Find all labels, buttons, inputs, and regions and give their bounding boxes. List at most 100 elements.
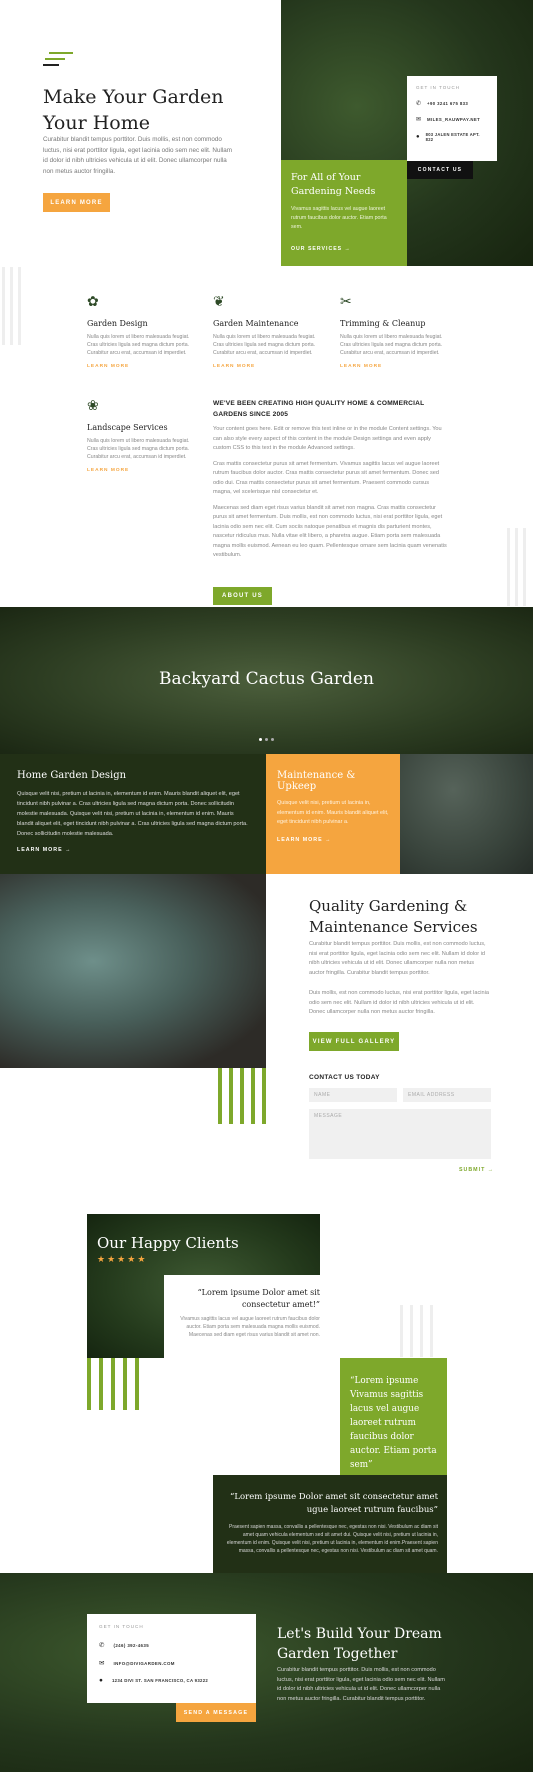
footer-card-title: GET IN TOUCH [99, 1624, 144, 1629]
service-learn-more-link[interactable]: LEARN MORE [340, 364, 450, 369]
footer-card-address: 1234 DIVI ST. SAN FRANCISCO, CA 93222 [111, 1678, 209, 1683]
green-bars-decor [218, 1068, 268, 1124]
maintenance-panel: Maintenance & Upkeep Quisque velit nisi,… [266, 754, 400, 874]
service-landscape: ❀ Landscape Services Nulla quis lorem ut… [87, 397, 197, 473]
hero-title: Make Your Garden Your Home [43, 86, 224, 134]
home-design-panel: Home Garden Design Quisque velit nisi, p… [0, 754, 266, 874]
touch-card-phone: +90 3241 675 833 [427, 101, 469, 106]
send-message-button[interactable]: SEND A MESSAGE [176, 1703, 256, 1722]
about-section: WE'VE BEEN CREATING HIGH QUALITY HOME & … [213, 398, 448, 561]
service-title: Landscape Services [87, 423, 168, 432]
quality-title: Quality Gardening & Maintenance Services [309, 897, 478, 936]
footer-touch-card: GET IN TOUCH ✆ (246) 392-4635 ✉ INFO@DIV… [87, 1614, 256, 1703]
slider-dot-active[interactable] [259, 738, 262, 741]
build-text: Curabitur blandit tempus porttitor. Duis… [277, 1667, 445, 1702]
phone-icon: ✆ [416, 101, 422, 107]
our-services-link[interactable]: OUR SERVICES → [291, 246, 397, 252]
touch-card: GET IN TOUCH ✆ +90 3241 675 833 ✉ MILES_… [407, 76, 497, 161]
about-heading: WE'VE BEEN CREATING HIGH QUALITY HOME & … [213, 400, 425, 418]
star-icon: ★ [107, 1254, 116, 1264]
contact-form-title: CONTACT US TODAY [309, 1074, 380, 1081]
slider-dots[interactable] [259, 738, 274, 741]
service-garden-design: ✿ Garden Design Nulla quis lorem ut libe… [87, 293, 197, 369]
email-icon: ✉ [416, 117, 422, 123]
garden-design-icon: ✿ [87, 293, 99, 309]
quality-paragraph-2: Duis mollis, est non commodo luctus, nis… [309, 990, 490, 1015]
quote-2-text: “Lorem ipsume Vivamus sagittis lacus vel… [350, 1376, 437, 1470]
about-us-button[interactable]: ABOUT US [213, 587, 272, 605]
phone-icon: ✆ [99, 1642, 105, 1649]
email-icon: ✉ [99, 1660, 105, 1667]
needs-box-title: For All of Your Gardening Needs [291, 172, 376, 197]
star-icon: ★ [97, 1254, 106, 1264]
quote-3-text: “Lorem ipsume Dolor amet sit consectetur… [230, 1492, 438, 1515]
service-learn-more-link[interactable]: LEARN MORE [87, 468, 197, 473]
succulent-image [0, 874, 266, 1068]
needs-box-text: Vivamus sagittis lacus vel augue laoreet… [291, 206, 387, 230]
service-text: Nulla quis lorem ut libero malesuada feu… [87, 334, 190, 356]
quote-card-1: “Lorem ipsume Dolor amet sit consectetur… [164, 1275, 320, 1358]
star-icon: ★ [127, 1254, 136, 1264]
quote-card-3: “Lorem ipsume Dolor amet sit consectetur… [213, 1475, 447, 1573]
client-grey-stripes [400, 1305, 446, 1357]
footer-card-phone: (246) 392-4635 [113, 1642, 150, 1648]
home-design-title: Home Garden Design [17, 770, 127, 781]
submit-button[interactable]: SUBMIT → [459, 1167, 494, 1173]
star-icon: ★ [137, 1254, 146, 1264]
quote-1-text: “Lorem ipsume Dolor amet sit consectetur… [197, 1288, 320, 1309]
left-stripes [0, 267, 28, 345]
trimming-icon: ✂ [340, 293, 352, 309]
garden-maintenance-icon: ❦ [213, 293, 225, 309]
quote-3-body: Praesent sapien massa, convallis a pelle… [226, 1524, 438, 1554]
hero-learn-more-button[interactable]: LEARN MORE [43, 193, 110, 212]
footer-background [0, 1573, 533, 1772]
quality-paragraph-1: Curabitur blandit tempus porttitor. Duis… [309, 941, 486, 976]
about-paragraph-3: Maecenas sed diam eget risus varius blan… [213, 504, 447, 559]
about-paragraph-1: Your content goes here. Edit or remove t… [213, 426, 442, 451]
slider-title: Backyard Cactus Garden [159, 669, 374, 689]
clients-title: Our Happy Clients [97, 1234, 239, 1252]
build-title: Let's Build Your Dream Garden Together [277, 1626, 442, 1662]
home-design-learn-more-link[interactable]: LEARN MORE → [17, 847, 249, 853]
message-textarea[interactable]: MESSAGE [309, 1109, 491, 1159]
service-text: Nulla quis lorem ut libero malesuada feu… [87, 438, 190, 460]
maintenance-learn-more-link[interactable]: LEARN MORE → [277, 837, 389, 843]
home-design-text: Quisque velit nisi, pretium ut lacinia i… [17, 791, 248, 837]
needs-box: For All of Your Gardening Needs Vivamus … [281, 160, 407, 266]
slider-dot[interactable] [271, 738, 274, 741]
maintenance-text: Quisque velit nisi, pretium ut lacinia i… [277, 800, 389, 825]
service-title: Garden Design [87, 319, 148, 328]
slider-dot[interactable] [265, 738, 268, 741]
name-input[interactable]: NAME [309, 1088, 397, 1102]
service-garden-maintenance: ❦ Garden Maintenance Nulla quis lorem ut… [213, 293, 323, 369]
landscape-icon: ❀ [87, 397, 99, 413]
service-text: Nulla quis lorem ut libero malesuada feu… [213, 334, 316, 356]
hero-text: Curabitur blandit tempus porttitor. Duis… [43, 136, 232, 175]
quote-card-2: “Lorem ipsume Vivamus sagittis lacus vel… [340, 1358, 447, 1475]
service-learn-more-link[interactable]: LEARN MORE [87, 364, 197, 369]
service-trimming: ✂ Trimming & Cleanup Nulla quis lorem ut… [340, 293, 450, 369]
rating-stars: ★ ★ ★ ★ ★ [97, 1254, 145, 1265]
location-icon: ● [416, 134, 420, 140]
client-green-bars [87, 1358, 142, 1410]
right-stripes [505, 528, 533, 606]
about-paragraph-2: Cras mattis consectetur purus sit amet f… [213, 460, 440, 496]
service-text: Nulla quis lorem ut libero malesuada feu… [340, 334, 443, 356]
location-icon: ● [99, 1677, 103, 1684]
touch-card-title: GET IN TOUCH [416, 85, 461, 90]
view-gallery-button[interactable]: VIEW FULL GALLERY [309, 1032, 399, 1051]
touch-card-email: MILES_RAUWPAY.NET [427, 117, 481, 122]
service-title: Trimming & Cleanup [340, 319, 426, 328]
star-icon: ★ [117, 1254, 126, 1264]
contact-us-button[interactable]: CONTACT US [407, 161, 473, 179]
quote-1-body: Vivamus sagittis lacus vel augue laoreet… [180, 1316, 320, 1338]
cactus-slider: Backyard Cactus Garden [0, 607, 533, 754]
service-learn-more-link[interactable]: LEARN MORE [213, 364, 323, 369]
touch-card-address: 803 JALEN ESTATE APT. 822 [425, 132, 480, 142]
email-input[interactable]: EMAIL ADDRESS [403, 1088, 491, 1102]
garden-tools-image [400, 754, 533, 874]
service-title: Garden Maintenance [213, 319, 299, 328]
footer-card-email: INFO@DIVIGARDEN.COM [113, 1660, 175, 1666]
maintenance-title: Maintenance & Upkeep [277, 770, 356, 792]
hero-logo-icon [43, 52, 73, 72]
